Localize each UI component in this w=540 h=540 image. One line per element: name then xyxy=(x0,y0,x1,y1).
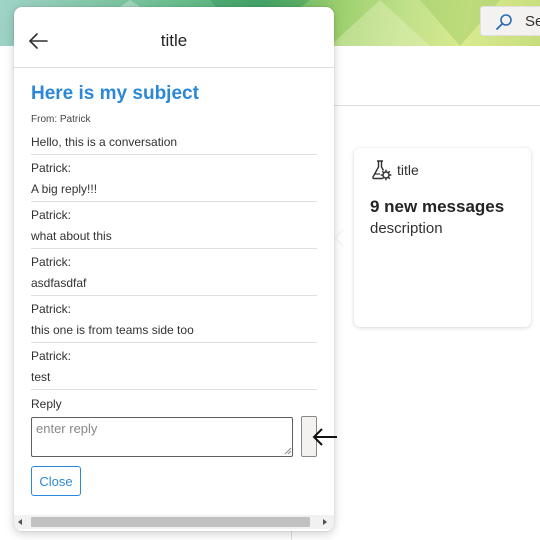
message-author: Patrick: xyxy=(31,255,72,269)
flask-gear-icon xyxy=(372,160,392,181)
message-list: Hello, this is a conversation Patrick: A… xyxy=(31,131,317,390)
from-line: From: Patrick xyxy=(31,114,91,125)
notification-card[interactable]: title 9 new messages description xyxy=(354,148,531,327)
search-box[interactable]: Se xyxy=(480,6,540,36)
arrow-cursor-icon xyxy=(312,428,337,446)
message-author: Patrick: xyxy=(31,302,72,316)
card-pointer xyxy=(336,229,345,247)
horizontal-scrollbar[interactable] xyxy=(14,515,334,529)
reply-input[interactable] xyxy=(31,417,293,457)
scrollbar-thumb[interactable] xyxy=(31,517,310,527)
message-text: asdfasdfaf xyxy=(31,272,317,296)
resize-grip-icon[interactable] xyxy=(284,447,292,455)
scroll-right-icon[interactable] xyxy=(321,518,329,526)
divider xyxy=(334,105,540,106)
message-author: Patrick: xyxy=(31,349,72,363)
reply-label: Reply xyxy=(31,397,62,411)
message-text: what about this xyxy=(31,225,317,249)
close-button[interactable]: Close xyxy=(31,466,81,496)
conversation-panel: title Here is my subject From: Patrick H… xyxy=(14,7,334,531)
panel-header: title xyxy=(14,7,334,68)
message-text: test xyxy=(31,366,317,390)
scroll-left-icon[interactable] xyxy=(16,518,24,526)
panel-title: title xyxy=(160,31,188,50)
banner-facet xyxy=(330,0,430,46)
card-title: title xyxy=(397,162,419,178)
message-text: Hello, this is a conversation xyxy=(31,131,317,155)
message-author: Patrick: xyxy=(31,161,72,175)
card-heading: 9 new messages xyxy=(370,197,505,216)
search-label: Se xyxy=(525,13,540,30)
card-description: description xyxy=(370,220,443,237)
message-text: A big reply!!! xyxy=(31,178,317,202)
message-text: this one is from teams side too xyxy=(31,319,317,343)
subject-heading: Here is my subject xyxy=(31,83,199,104)
message-author: Patrick: xyxy=(31,208,72,222)
search-icon xyxy=(496,14,512,30)
